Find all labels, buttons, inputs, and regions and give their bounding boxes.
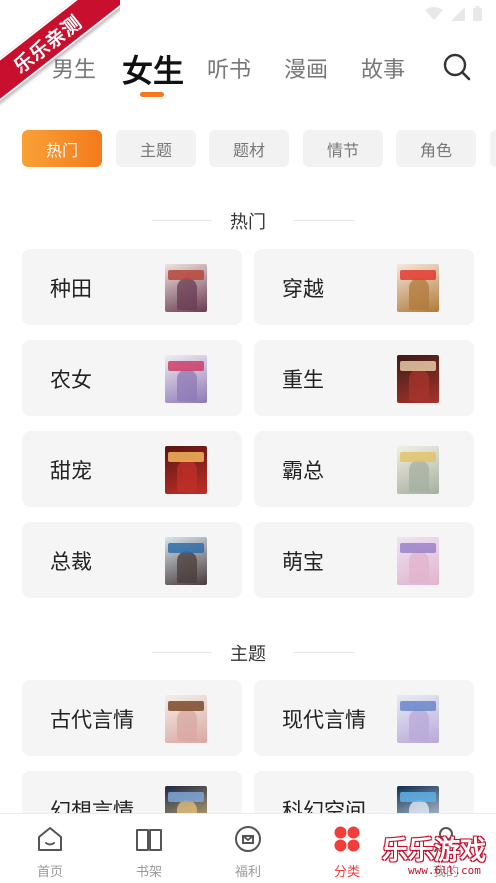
gift-badge-icon <box>235 826 261 852</box>
signal-icon <box>451 6 465 21</box>
filter-chip-hot[interactable]: 热门 <box>22 130 102 167</box>
category-card-modern-romance[interactable]: 现代言情 <box>254 680 474 756</box>
category-card-chuanyue[interactable]: 穿越 <box>254 249 474 325</box>
category-card-nongnv[interactable]: 农女 <box>22 340 242 416</box>
filter-chip-genre[interactable]: 题材 <box>209 130 289 167</box>
category-label: 穿越 <box>282 277 324 301</box>
category-grid-icon <box>334 826 360 852</box>
book-cover-thumbnail <box>165 355 207 403</box>
category-label: 总裁 <box>50 550 92 574</box>
watermark-logo-text: 乐乐游戏 <box>382 836 487 866</box>
tab-story[interactable]: 故事 <box>361 52 405 84</box>
watermark-logo-url: www.6ll.com <box>408 864 481 877</box>
bottom-nav-welfare[interactable]: 福利 <box>218 824 278 880</box>
category-label: 霸总 <box>282 459 324 483</box>
category-label: 甜宠 <box>50 459 92 483</box>
category-label: 古代言情 <box>50 708 134 732</box>
bottom-nav-label: 分类 <box>333 865 360 880</box>
category-card-tianchong[interactable]: 甜宠 <box>22 431 242 507</box>
bottom-nav-bookshelf[interactable]: 书架 <box>119 824 179 880</box>
book-cover-thumbnail <box>165 537 207 585</box>
category-card-zongcai[interactable]: 总裁 <box>22 522 242 598</box>
category-label: 重生 <box>282 368 324 392</box>
book-cover-thumbnail <box>397 446 439 494</box>
watermark-ribbon: 乐乐亲测 <box>0 0 120 110</box>
category-label: 种田 <box>50 277 92 301</box>
category-label: 农女 <box>50 368 92 392</box>
section-title-hot: 热门 <box>230 212 266 233</box>
book-cover-thumbnail <box>165 695 207 743</box>
watermark-logo: 乐乐游戏 www.6ll.com <box>378 828 496 883</box>
filter-chip-plot[interactable]: 情节 <box>303 130 383 167</box>
book-cover-thumbnail <box>397 264 439 312</box>
category-label: 现代言情 <box>282 708 366 732</box>
tab-female[interactable]: 女生 <box>122 46 184 91</box>
book-cover-thumbnail <box>397 537 439 585</box>
book-cover-thumbnail <box>165 264 207 312</box>
bottom-nav-category[interactable]: 分类 <box>317 824 377 880</box>
bottom-nav-label: 首页 <box>36 865 63 880</box>
watermark-ribbon-text: 乐乐亲测 <box>0 0 120 109</box>
category-card-ancient-romance[interactable]: 古代言情 <box>22 680 242 756</box>
active-tab-indicator <box>140 92 164 97</box>
bottom-nav-label: 书架 <box>135 865 162 880</box>
book-cover-thumbnail <box>397 695 439 743</box>
category-card-chongsheng[interactable]: 重生 <box>254 340 474 416</box>
section-title-theme: 主题 <box>230 644 266 665</box>
search-button[interactable] <box>442 52 472 82</box>
wifi-icon <box>425 6 443 20</box>
bottom-nav-label: 福利 <box>234 865 261 880</box>
filter-chip-role[interactable]: 角色 <box>396 130 476 167</box>
filter-chip-theme[interactable]: 主题 <box>116 130 196 167</box>
battery-icon <box>473 6 482 21</box>
filter-chip-more[interactable] <box>490 130 496 167</box>
category-card-zhongtian[interactable]: 种田 <box>22 249 242 325</box>
home-icon <box>38 827 62 851</box>
category-label: 萌宝 <box>282 550 324 574</box>
section-divider <box>294 652 354 653</box>
tab-comic[interactable]: 漫画 <box>284 52 328 84</box>
search-icon <box>443 53 471 81</box>
bottom-nav-home[interactable]: 首页 <box>20 824 80 880</box>
category-card-bazong[interactable]: 霸总 <box>254 431 474 507</box>
filter-chip-row: 热门 主题 题材 情节 角色 <box>22 130 496 168</box>
category-card-mengbao[interactable]: 萌宝 <box>254 522 474 598</box>
book-cover-thumbnail <box>165 446 207 494</box>
bookshelf-icon <box>136 829 162 851</box>
tab-audiobook[interactable]: 听书 <box>207 52 251 84</box>
book-cover-thumbnail <box>397 355 439 403</box>
section-divider <box>294 220 354 221</box>
